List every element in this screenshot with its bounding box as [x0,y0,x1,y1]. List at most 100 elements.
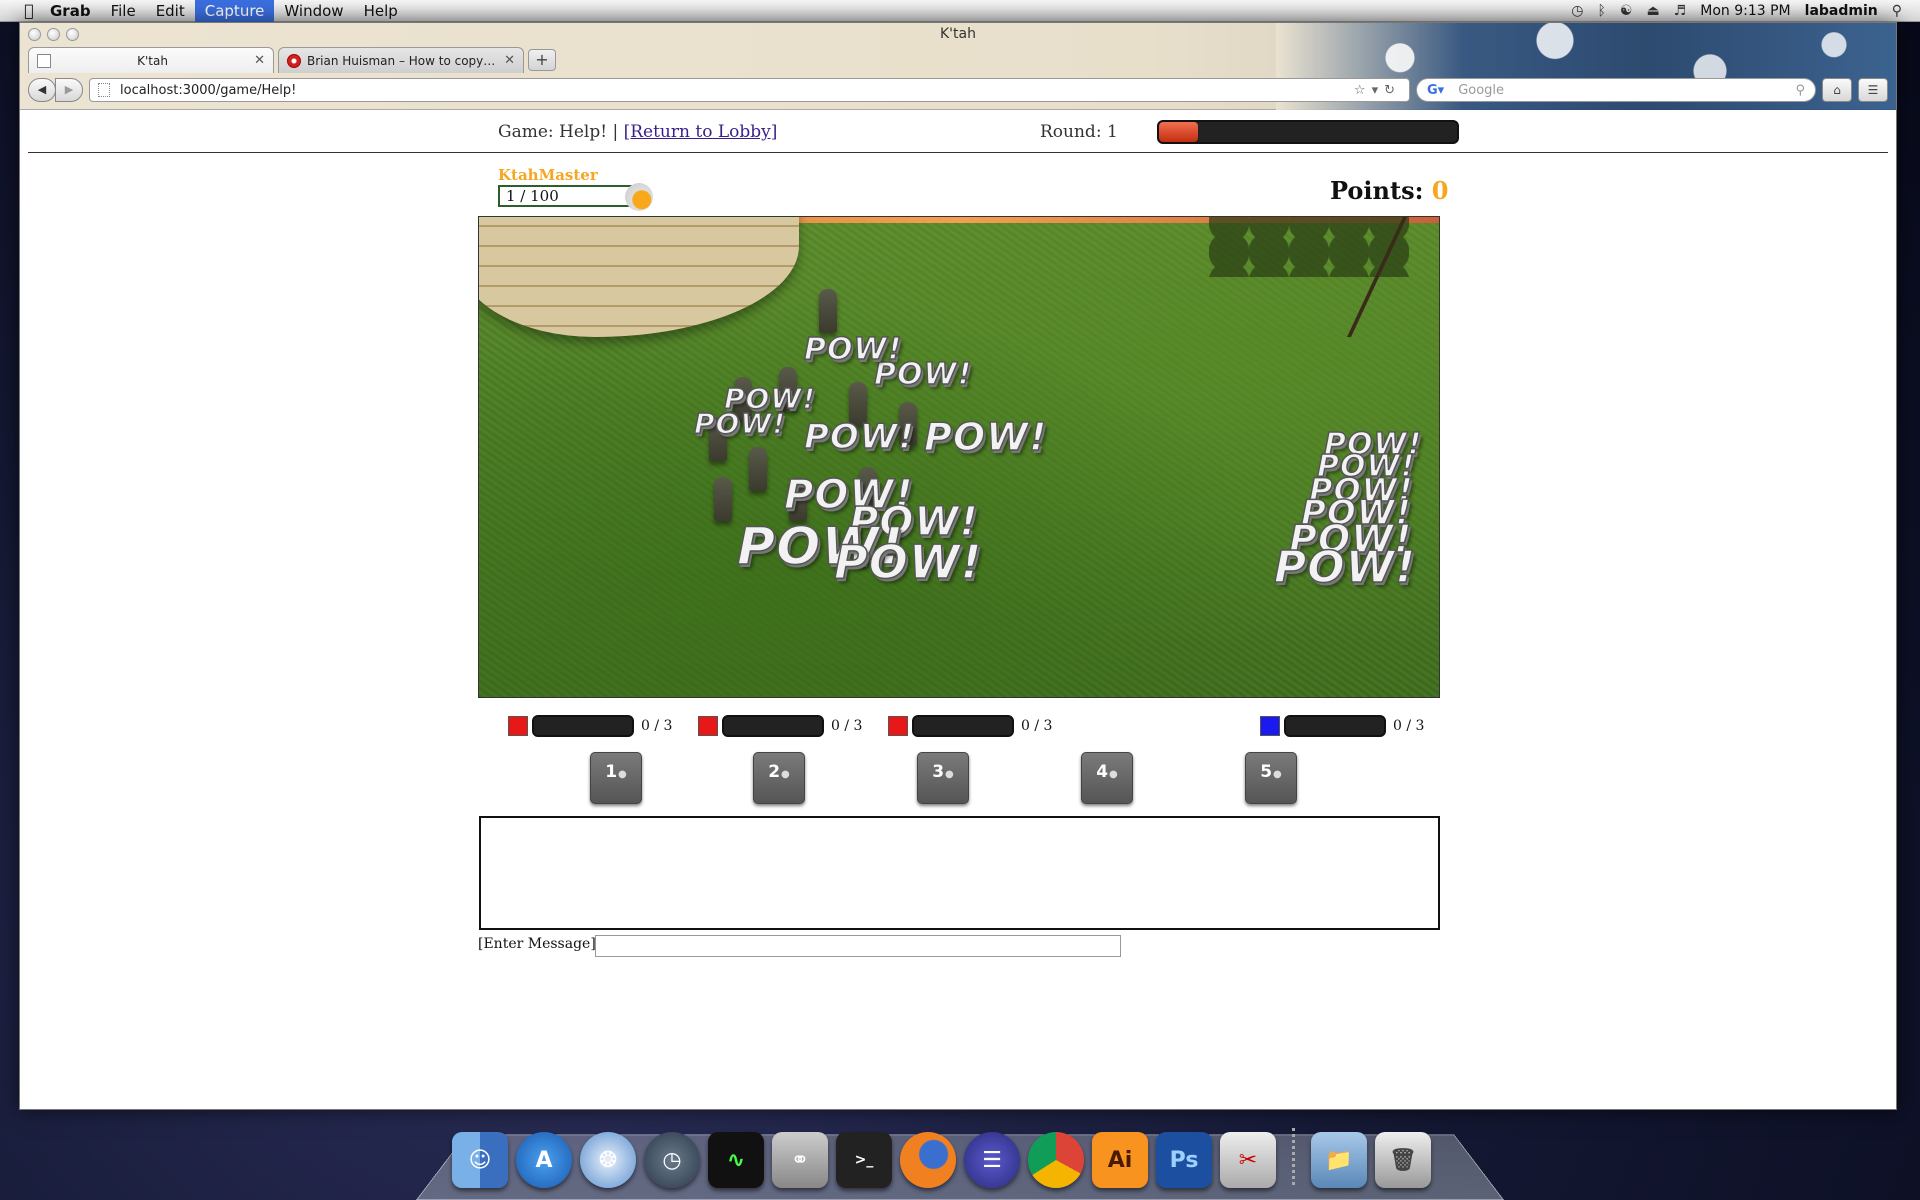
player-progress-bar [912,715,1014,737]
round-timer-fill [1159,122,1198,142]
ability-button-1[interactable]: 1● [590,752,642,804]
search-magnifier-icon[interactable]: ⚲ [1795,83,1805,98]
ability-button-5[interactable]: 5● [1245,752,1297,804]
close-window-button[interactable] [28,28,41,41]
safari-icon[interactable]: ❂ [580,1132,636,1188]
activity-monitor-icon[interactable]: ∿ [708,1132,764,1188]
chat-label: [Enter Message] [478,936,596,952]
browser-chrome: K'tah K'tah ✕ Brian Huisman – How to cop… [20,23,1896,110]
menu-edit[interactable]: Edit [146,0,195,22]
spotlight-search-icon[interactable]: ⚲ [1892,3,1902,19]
menu-window[interactable]: Window [274,0,353,22]
menubar-clock[interactable]: Mon 9:13 PM [1700,3,1790,19]
app-store-icon[interactable]: A [516,1132,572,1188]
menubar-user[interactable]: labadmin [1805,3,1878,19]
header-divider [28,152,1888,153]
pow-effect: POW! [803,331,903,368]
ability-number: 4 [1096,762,1109,782]
chrome-icon[interactable] [1028,1132,1084,1188]
menu-help[interactable]: Help [354,0,408,22]
game-title: Game: Help! | [Return to Lobby] [498,122,777,142]
zombie-figure [819,289,837,333]
forward-button[interactable]: ▶ [55,78,83,102]
applications-folder-icon[interactable]: 📁 [1311,1132,1367,1188]
eject-icon[interactable]: ⏏ [1646,3,1659,19]
player-status-3: 0 / 3 [888,714,1052,738]
menu-file[interactable]: File [101,0,146,22]
search-box[interactable]: G▾ Google ⚲ [1416,78,1816,102]
bookmark-star-icon[interactable]: ☆▾↻ [1354,83,1401,98]
pow-effect: POW! [923,414,1048,460]
illustrator-icon[interactable]: Ai [1092,1132,1148,1188]
zombie-figure [714,477,732,521]
close-tab-icon[interactable]: ✕ [254,53,265,68]
blank-page-icon [37,53,51,68]
player-color-swatch [698,716,718,736]
lock-icon: ● [1109,769,1118,780]
tab-label: K'tah [137,53,168,68]
dock: ☺ A ❂ ◷ ∿ ⚭ >_ ☰ Ai Ps ✂ 📁 🗑 [452,1118,1462,1188]
tab-ktah[interactable]: K'tah ✕ [28,47,274,73]
grab-icon[interactable]: ✂ [1220,1132,1276,1188]
ability-button-4[interactable]: 4● [1081,752,1133,804]
dock-separator [1292,1128,1295,1188]
time-machine-icon[interactable]: ◷ [644,1132,700,1188]
return-to-lobby-link[interactable]: [Return to Lobby] [624,122,778,142]
game-header: Game: Help! | [Return to Lobby] Round: 1 [498,118,1460,146]
game-viewport[interactable]: POW! POW! POW! POW! POW! POW! POW! POW! … [478,216,1440,698]
player-kill-count: 0 / 3 [1393,718,1425,734]
search-input[interactable]: Google [1458,83,1795,98]
zombie-figure [749,447,767,491]
bluetooth-icon[interactable]: ᛒ [1597,3,1605,19]
pow-effect: POW! [1273,541,1417,594]
points-label: Points: [1330,176,1432,205]
disk-utility-icon[interactable]: ⚭ [772,1132,828,1188]
finder-icon[interactable]: ☺ [452,1132,508,1188]
health-orb-icon [625,183,653,211]
back-button[interactable]: ◀ [28,78,56,102]
ability-button-3[interactable]: 3● [917,752,969,804]
zoom-window-button[interactable] [66,28,79,41]
round-timer-bar [1157,120,1459,144]
tab-brian-huisman[interactable]: Brian Huisman – How to copy a... ✕ [278,47,524,73]
points-value: 0 [1431,176,1449,205]
trash-icon[interactable]: 🗑 [1375,1132,1431,1188]
menu-app-grab[interactable]: Grab [40,0,101,22]
player-status-4: 0 / 3 [1260,714,1424,738]
player-kill-count: 0 / 3 [641,718,673,734]
chat-message-input[interactable] [595,935,1121,957]
ability-button-2[interactable]: 2● [753,752,805,804]
chat-log[interactable] [479,816,1440,930]
menu-capture[interactable]: Capture [194,0,275,22]
close-tab-icon[interactable]: ✕ [504,53,515,68]
player-kill-count: 0 / 3 [1021,718,1053,734]
wifi-icon[interactable]: ☯ [1620,3,1633,19]
menu-icon[interactable]: ☰ [1858,78,1888,102]
minimize-window-button[interactable] [47,28,60,41]
pow-effect: POW! [833,534,983,590]
url-text[interactable]: localhost:3000/game/Help! [120,83,1354,98]
terminal-icon[interactable]: >_ [836,1132,892,1188]
home-icon[interactable]: ⌂ [1822,78,1852,102]
player-status-1: 0 / 3 [508,714,672,738]
lock-icon: ● [781,769,790,780]
player-color-swatch [888,716,908,736]
round-label: Round: 1 [1040,122,1118,142]
tab-strip: K'tah ✕ Brian Huisman – How to copy a...… [28,45,556,73]
photoshop-icon[interactable]: Ps [1156,1132,1212,1188]
ability-number: 2 [768,762,781,782]
address-bar[interactable]: localhost:3000/game/Help! ☆▾↻ [89,78,1410,102]
apple-menu-icon[interactable]:  [18,1,40,20]
volume-icon[interactable]: ♬ [1674,3,1687,19]
player-progress-bar [722,715,824,737]
lock-icon: ● [618,769,627,780]
new-tab-button[interactable]: + [528,49,556,71]
points-display: Points: 0 [1330,176,1449,205]
lock-icon: ● [1273,769,1282,780]
pow-effect: POW! [693,406,786,441]
google-icon[interactable]: G▾ [1427,83,1444,98]
eclipse-icon[interactable]: ☰ [964,1132,1020,1188]
health-display: 1 / 100 [498,185,632,207]
firefox-icon[interactable] [900,1132,956,1188]
time-machine-icon[interactable]: ◷ [1571,3,1583,19]
